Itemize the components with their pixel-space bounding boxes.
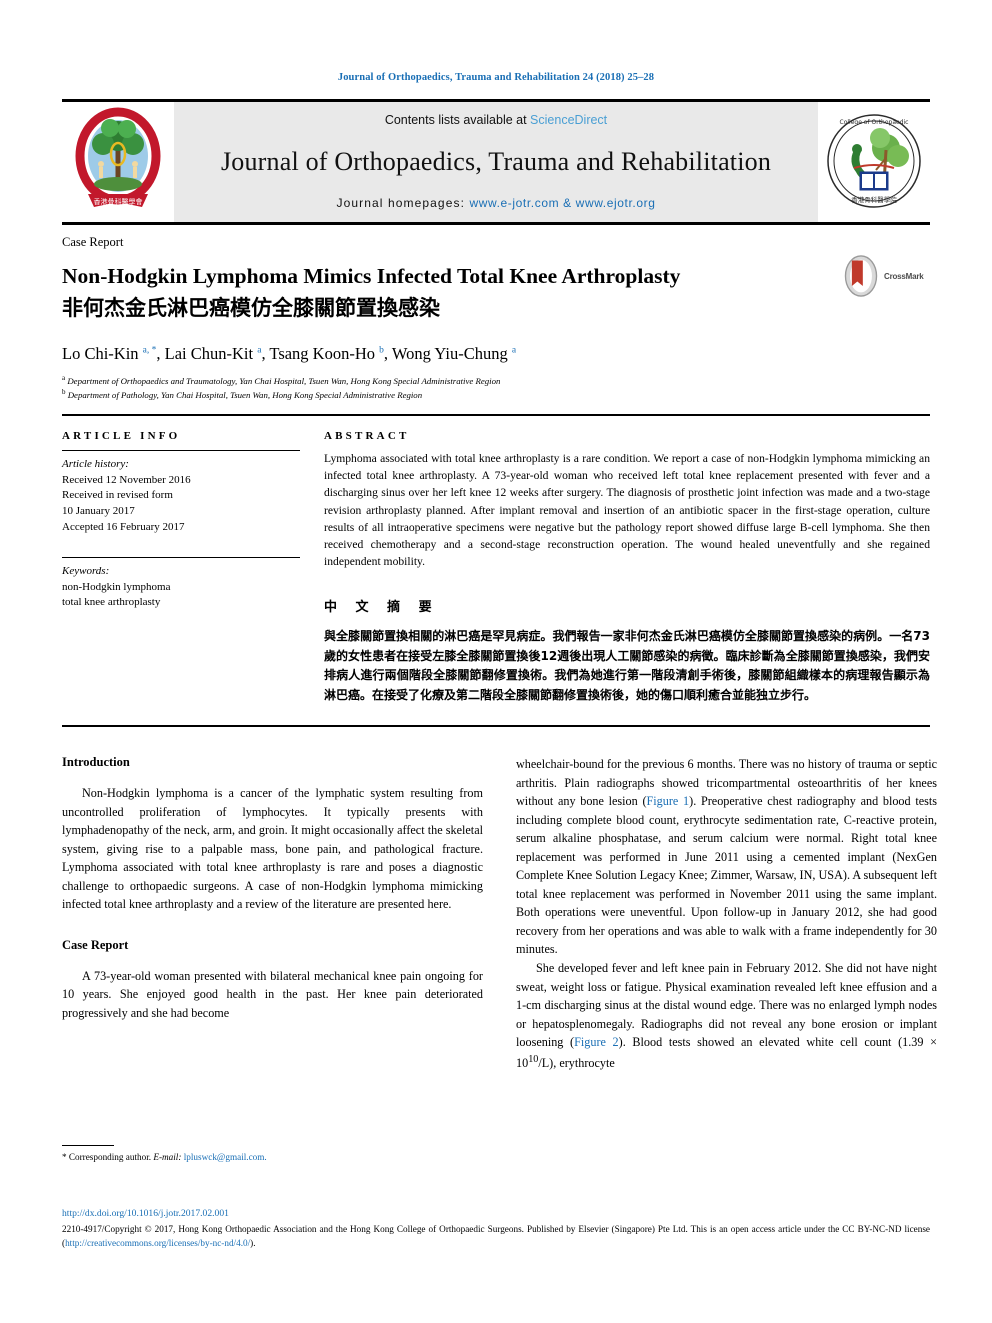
article-type-kicker: Case Report xyxy=(62,235,124,249)
revised-label: Received in revised form xyxy=(62,489,173,502)
page-footer: http://dx.doi.org/10.1016/j.jotr.2017.02… xyxy=(62,1208,930,1251)
license-link[interactable]: http://creativecommons.org/licenses/by-n… xyxy=(65,1238,250,1248)
crossmark-label: CrossMark xyxy=(884,271,924,281)
author-affil-marker: a, * xyxy=(142,345,157,356)
received-date: Received 12 November 2016 xyxy=(62,473,191,486)
homepages-urls[interactable]: www.e-jotr.com & www.ejotr.org xyxy=(469,196,655,210)
journal-title: Journal of Orthopaedics, Trauma and Reha… xyxy=(220,146,772,176)
affiliation-b: b Department of Pathology, Yan Chai Hosp… xyxy=(62,387,930,402)
title-block: CrossMark Case Report Non-Hodgkin Lympho… xyxy=(62,225,930,402)
exponent-10: 10 xyxy=(528,1053,539,1065)
homepages-label: Journal homepages: xyxy=(336,196,470,210)
svg-text:College of Orthopaedic: College of Orthopaedic xyxy=(840,119,909,126)
info-abstract-row: ARTICLE INFO Article history: Received 1… xyxy=(62,416,930,705)
article-info-column: ARTICLE INFO Article history: Received 1… xyxy=(62,430,300,705)
keywords-label: Keywords: xyxy=(62,565,110,578)
abstract-column: ABSTRACT Lymphoma associated with total … xyxy=(324,430,930,705)
article-history-label: Article history: xyxy=(62,458,129,471)
hkoa-logo: 香港骨科醫學會 xyxy=(62,102,174,222)
doi-link[interactable]: http://dx.doi.org/10.1016/j.jotr.2017.02… xyxy=(62,1208,930,1219)
running-head: Journal of Orthopaedics, Trauma and Reha… xyxy=(337,72,655,83)
body-column-left: Introduction Non-Hodgkin lymphoma is a c… xyxy=(62,755,483,1162)
hkcos-logo: 香港骨科醫學院 College of Orthopaedic xyxy=(818,102,930,222)
figure-2-link[interactable]: Figure 2 xyxy=(574,1035,619,1049)
right-paragraph-2: She developed fever and left knee pain i… xyxy=(516,959,937,1072)
author-list: Lo Chi-Kin a, *, Lai Chun-Kit a, Tsang K… xyxy=(62,343,517,363)
article-info-heading: ARTICLE INFO xyxy=(62,430,181,443)
affiliation-a-text: Department of Orthopaedics and Traumatol… xyxy=(67,375,501,386)
introduction-paragraph: Non-Hodgkin lymphoma is a cancer of the … xyxy=(62,786,483,912)
affiliation-b-text: Department of Pathology, Yan Chai Hospit… xyxy=(67,390,423,401)
revised-date: 10 January 2017 xyxy=(62,504,135,517)
figure-1-link[interactable]: Figure 1 xyxy=(647,794,690,808)
keywords-rule xyxy=(62,557,300,559)
affiliation-a: a Department of Orthopaedics and Traumat… xyxy=(62,373,930,388)
copyright-statement: 2210-4917/Copyright © 2017, Hong Kong Or… xyxy=(62,1222,930,1251)
corresponding-label: Corresponding author. xyxy=(66,1152,154,1163)
affil-marker-a: a xyxy=(62,373,66,382)
abstract-text: Lymphoma associated with total knee arth… xyxy=(324,452,930,569)
accepted-date: Accepted 16 February 2017 xyxy=(62,520,185,533)
corresponding-author-note: * Corresponding author. E-mail: lpluswck… xyxy=(62,1145,483,1164)
journal-masthead: 香港骨科醫學會 Contents lists available at Scie… xyxy=(62,102,930,222)
svg-text:香港骨科醫學院: 香港骨科醫學院 xyxy=(851,195,897,204)
body-columns: Introduction Non-Hodgkin lymphoma is a c… xyxy=(62,727,937,1162)
chinese-abstract-text: 與全膝關節置換相關的淋巴癌是罕見病症。我們報告一家非何杰金氏淋巴癌模仿全膝關節置… xyxy=(324,629,930,702)
contents-list-line: Contents lists available at ScienceDirec… xyxy=(174,113,818,127)
article-title-cn: 非何杰金氏淋巴癌模仿全膝關節置換感染 xyxy=(62,295,440,320)
article-page: Journal of Orthopaedics, Trauma and Reha… xyxy=(0,0,992,1323)
corresponding-email-link[interactable]: lpluswck@gmail.com. xyxy=(184,1152,267,1162)
introduction-heading: Introduction xyxy=(62,755,130,769)
masthead-center: Contents lists available at ScienceDirec… xyxy=(174,102,818,222)
journal-homepages-line: Journal homepages: www.e-jotr.com & www.… xyxy=(174,196,818,210)
contents-prefix: Contents lists available at xyxy=(384,113,531,127)
keyword-item: total knee arthroplasty xyxy=(62,596,161,609)
crossmark-badge[interactable]: CrossMark xyxy=(842,253,930,299)
email-label: E-mail: xyxy=(153,1152,182,1163)
copyright-part-b: ). xyxy=(250,1238,256,1249)
abstract-heading: ABSTRACT xyxy=(324,430,410,443)
keyword-item: non-Hodgkin lymphoma xyxy=(62,580,171,593)
article-info-rule xyxy=(62,450,300,452)
case-report-paragraph: A 73-year-old woman presented with bilat… xyxy=(62,968,483,1020)
author-affil-marker: a xyxy=(257,345,262,356)
affil-marker-b: b xyxy=(62,388,66,397)
author-affil-marker: b xyxy=(379,345,384,356)
right-paragraph-1: wheelchair-bound for the previous 6 mont… xyxy=(516,755,937,959)
svg-text:香港骨科醫學會: 香港骨科醫學會 xyxy=(94,197,143,206)
author-affil-marker: a xyxy=(511,345,517,356)
article-title-en: Non-Hodgkin Lymphoma Mimics Infected Tot… xyxy=(62,264,681,288)
crossmark-icon xyxy=(844,255,878,297)
chinese-abstract-heading: 中 文 摘 要 xyxy=(324,600,439,616)
corresponding-author-line: * Corresponding author. E-mail: lpluswck… xyxy=(62,1151,483,1164)
sciencedirect-link[interactable]: ScienceDirect xyxy=(530,113,607,127)
body-column-right: wheelchair-bound for the previous 6 mont… xyxy=(516,755,937,1072)
case-report-heading: Case Report xyxy=(62,937,129,952)
right-p1-part-b: ). Preoperative chest radiography and bl… xyxy=(516,794,937,957)
right-p2-part-c: /L), erythrocyte xyxy=(538,1055,615,1070)
footnote-rule xyxy=(62,1145,114,1147)
